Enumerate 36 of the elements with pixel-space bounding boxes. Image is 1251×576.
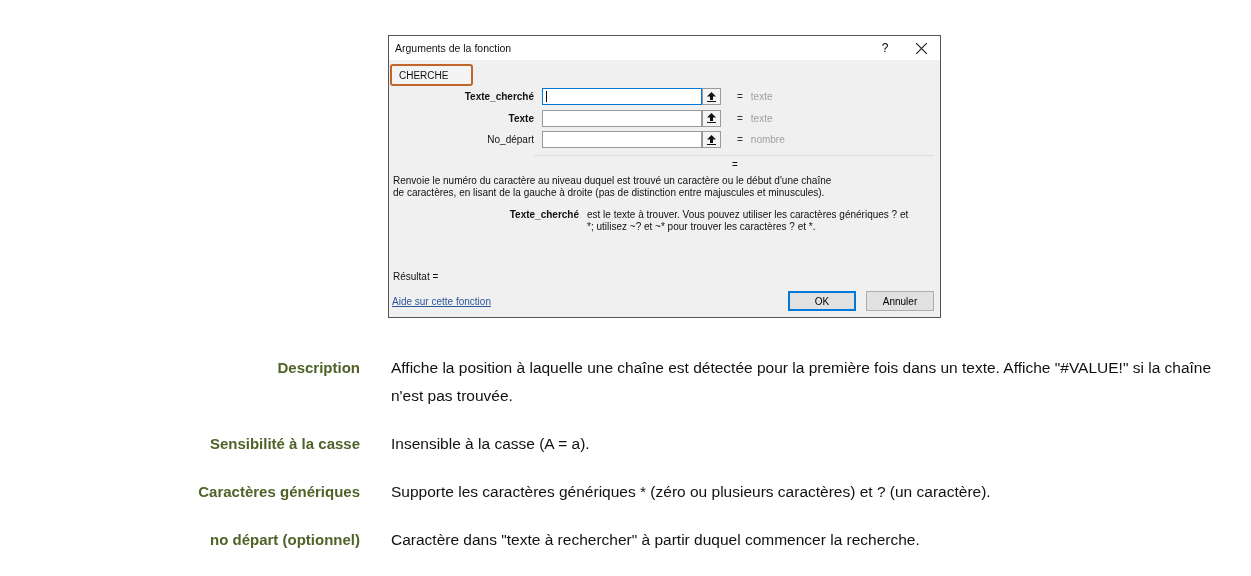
argument-hint: = nombre xyxy=(737,134,786,146)
function-description: Renvoie le numéro du caractère au niveau duquel est trouvé un caractère ou le début d'une chaîne de caractères, en lisant de la gauche à droite (pas de distinction entre majuscules et minuscules). xyxy=(393,174,833,199)
property-value: Caractère dans "texte à rechercher" à partir duquel commencer la recherche. xyxy=(391,530,921,550)
upload-arrow-icon xyxy=(707,113,716,124)
collapse-button[interactable] xyxy=(702,88,721,106)
property-label: Sensibilité à la casse xyxy=(208,434,360,454)
property-value: Insensible à la casse (A = a). xyxy=(391,434,591,454)
property-value: Affiche la position à laquelle une chaîne est détectée pour la première fois dans un texte. Affiche "#VALUE!" si la chaîne n'est pas trouvée. xyxy=(391,358,1213,406)
property-label: Caractères génériques xyxy=(197,482,360,502)
close-icon xyxy=(915,42,927,54)
argument-hint: = texte xyxy=(737,112,774,124)
collapse-button[interactable] xyxy=(702,109,721,127)
function-name: CHERCHE xyxy=(390,64,473,86)
cancel-button[interactable]: Annuler xyxy=(866,291,934,311)
argument-label: No_départ xyxy=(486,134,534,146)
upload-arrow-icon xyxy=(707,91,716,102)
help-link[interactable]: Aide sur cette fonction xyxy=(392,295,778,307)
input-field[interactable] xyxy=(542,131,702,149)
property-value: Supporte les caractères génériques * (zéro ou plusieurs caractères) et ? (un caractère). xyxy=(391,482,992,502)
argument-hint: = texte xyxy=(737,91,774,103)
help-button[interactable]: ? xyxy=(872,38,898,58)
argument-help-label: Texte_cherché xyxy=(508,208,579,222)
input-field[interactable] xyxy=(542,109,702,127)
text-cursor xyxy=(546,91,547,103)
argument-label: Texte xyxy=(507,112,534,124)
property-label: Description xyxy=(276,358,360,378)
upload-arrow-icon xyxy=(707,134,716,145)
window-title: Arguments de la fonction xyxy=(395,42,513,54)
collapse-button[interactable] xyxy=(702,131,721,149)
argument-label: Texte_cherché xyxy=(463,91,534,103)
argument-help-text: est le texte à trouver. Vous pouvez utiliser les caractères génériques ? et *; utilisez ~? et ~* pour trouver les caractères ? et *. xyxy=(587,208,910,233)
result-label: Résultat = xyxy=(393,271,440,282)
input-field[interactable] xyxy=(542,88,702,106)
ok-button[interactable]: OK xyxy=(788,291,856,311)
property-label: no départ (optionnel) xyxy=(209,530,360,550)
equals-sign: = xyxy=(732,158,738,172)
